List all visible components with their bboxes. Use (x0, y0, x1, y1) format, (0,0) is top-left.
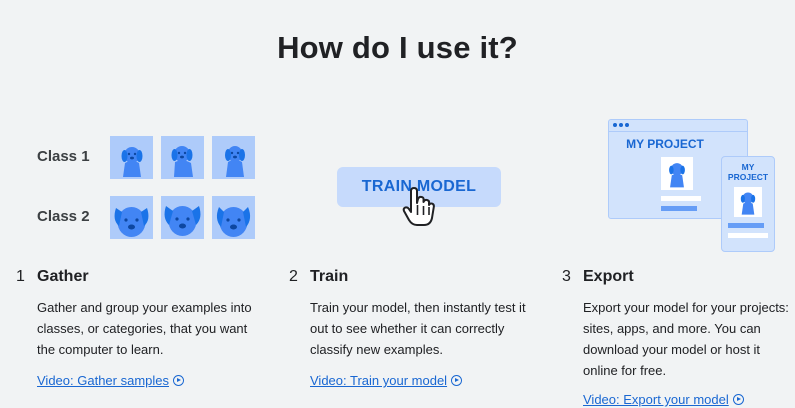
dog-face-icon (216, 207, 251, 237)
step-title: Gather (37, 268, 89, 285)
sitting-dog-icon (171, 146, 193, 177)
play-circle-icon (732, 394, 744, 405)
project-image (661, 157, 693, 190)
step-title: Export (583, 268, 634, 285)
link-label: Video: Export your model (583, 392, 729, 407)
page-title: How do I use it? (277, 30, 518, 65)
step-description: Train your model, then instantly test it… (310, 300, 526, 357)
sitting-dog-icon (224, 146, 245, 177)
project-title: MY PROJECT (626, 137, 704, 151)
result-bar (661, 206, 697, 211)
video-export-model-link[interactable]: Video: Export your model (583, 392, 744, 407)
link-label: Video: Train your model (310, 373, 448, 388)
window-dot (613, 123, 617, 127)
browser-title-bar (609, 120, 747, 132)
hand-cursor-icon (402, 187, 435, 226)
class-2-sample-image (161, 196, 204, 239)
phone-project-title: MY PROJECT (722, 162, 774, 182)
sitting-dog-icon (121, 147, 142, 177)
link-label: Video: Gather samples (37, 373, 169, 388)
step-number: 2 (289, 268, 298, 285)
phone-device: MY PROJECT (721, 156, 775, 252)
class-2-sample-image (212, 196, 255, 239)
result-bar (661, 196, 701, 201)
phone-image (734, 187, 762, 217)
video-train-model-link[interactable]: Video: Train your model (310, 373, 463, 388)
result-bar (728, 223, 764, 228)
dog-face-icon (114, 207, 149, 237)
phone-title-line: MY (741, 162, 755, 172)
video-gather-samples-link[interactable]: Video: Gather samples (37, 373, 184, 388)
class-1-label: Class 1 (37, 148, 90, 165)
sitting-dog-icon (740, 192, 756, 215)
class-2-sample-image (110, 196, 153, 239)
class-1-sample-image (161, 136, 204, 179)
class-1-sample-image (110, 136, 153, 179)
how-to-use-section: How do I use it? Class 1 Class 2 TRAIN M… (0, 0, 795, 408)
play-circle-icon (173, 375, 184, 386)
result-bar (728, 233, 768, 238)
window-dot (625, 123, 629, 127)
dog-face-icon (164, 206, 201, 236)
play-circle-icon (451, 375, 463, 386)
class-1-sample-image (212, 136, 255, 179)
step-number: 3 (562, 268, 571, 285)
window-dot (619, 123, 623, 127)
step-description: Export your model for your projects: sit… (583, 300, 789, 378)
step-number: 1 (16, 268, 25, 285)
sitting-dog-icon (669, 163, 685, 188)
step-description: Gather and group your examples into clas… (37, 300, 252, 357)
step-title: Train (310, 268, 349, 285)
phone-title-line: PROJECT (727, 172, 769, 182)
class-2-label: Class 2 (37, 208, 90, 225)
